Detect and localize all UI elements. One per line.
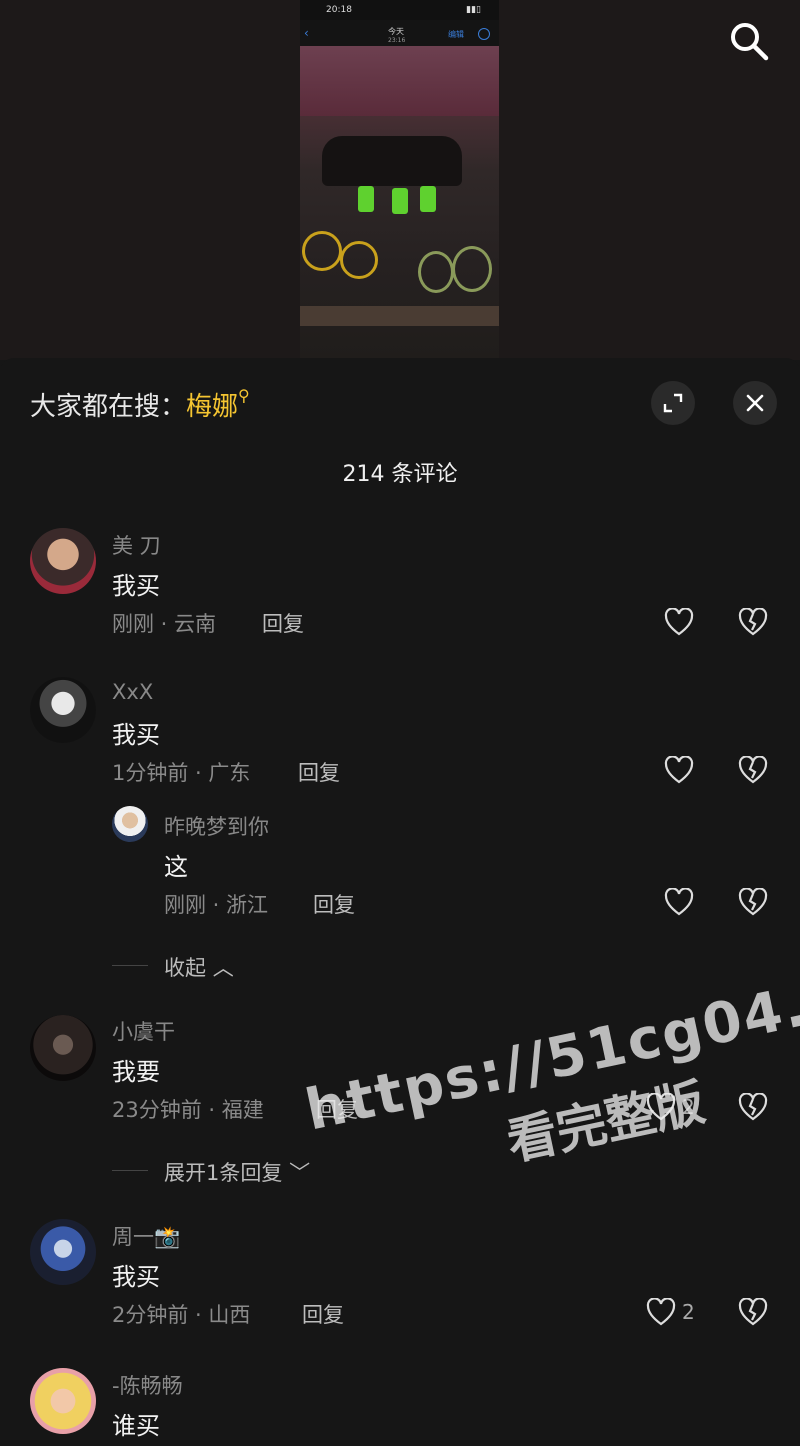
close-icon[interactable] bbox=[733, 381, 777, 425]
chair bbox=[420, 186, 436, 212]
heart-icon[interactable] bbox=[664, 887, 694, 916]
collapse-replies-button[interactable]: 收起 ︿ bbox=[164, 952, 234, 982]
reply-meta: 刚刚 · 浙江 bbox=[164, 893, 269, 917]
chevron-down-icon: ﹀ bbox=[289, 1161, 311, 1185]
heart-icon[interactable] bbox=[664, 755, 694, 784]
battery-icon: ▮▮▯ bbox=[466, 5, 481, 15]
dislike-icon[interactable] bbox=[738, 755, 768, 784]
bicycle bbox=[340, 241, 378, 279]
hot-search[interactable]: 大家都在搜：梅娜⚲ bbox=[30, 386, 250, 423]
dislike-icon[interactable] bbox=[738, 607, 768, 636]
comment-meta: 2分钟前 · 山西 bbox=[112, 1303, 251, 1327]
expand-icon[interactable] bbox=[651, 381, 695, 425]
heart-icon[interactable] bbox=[664, 607, 694, 636]
phone-time: 20:18 bbox=[326, 5, 352, 15]
phone-status-bar: 20:18 ▮▮▯ bbox=[300, 0, 499, 20]
avatar[interactable] bbox=[112, 806, 148, 842]
search-icon[interactable] bbox=[728, 20, 770, 62]
avatar[interactable] bbox=[30, 677, 96, 743]
heart-icon[interactable] bbox=[646, 1297, 676, 1326]
comment-author[interactable]: 美 刀 bbox=[112, 530, 161, 560]
avatar[interactable] bbox=[30, 1015, 96, 1081]
phone-nav-bar: ‹ 今天 23:16 编辑 bbox=[300, 20, 499, 46]
comment-author[interactable]: XxX bbox=[112, 680, 153, 704]
like-count: 2 bbox=[682, 1300, 695, 1324]
reply-button[interactable]: 回复 bbox=[298, 757, 340, 787]
video-scene bbox=[300, 46, 499, 358]
video-player[interactable]: 20:18 ▮▮▯ ‹ 今天 23:16 编辑 bbox=[0, 0, 800, 360]
tent bbox=[300, 46, 499, 116]
thread-divider bbox=[112, 1170, 148, 1171]
chair bbox=[358, 186, 374, 212]
bicycle bbox=[452, 246, 492, 292]
back-icon: ‹ bbox=[304, 26, 309, 40]
avatar[interactable] bbox=[30, 1368, 96, 1434]
phone-nav-edit: 编辑 bbox=[448, 30, 464, 39]
reply-button[interactable]: 回复 bbox=[262, 608, 304, 638]
comment-count: 214 条评论 bbox=[342, 462, 458, 487]
reply-author[interactable]: 昨晚梦到你 bbox=[164, 811, 269, 841]
avatar[interactable] bbox=[30, 1219, 96, 1285]
comment-author[interactable]: 周一📸 bbox=[112, 1221, 180, 1251]
comment-text: 我要 bbox=[112, 1058, 160, 1086]
comment-meta: 刚刚 · 云南 bbox=[112, 612, 217, 636]
video-frame: 20:18 ▮▮▯ ‹ 今天 23:16 编辑 bbox=[300, 0, 499, 358]
comment-meta: 23分钟前 · 福建 bbox=[112, 1098, 264, 1122]
comment-author[interactable]: -陈畅畅 bbox=[112, 1370, 183, 1400]
floor bbox=[300, 306, 499, 326]
comment-text: 我买 bbox=[112, 1263, 160, 1291]
bicycle bbox=[418, 251, 454, 293]
more-icon bbox=[478, 28, 490, 40]
chevron-up-icon: ︿ bbox=[212, 956, 234, 980]
comment-text: 我买 bbox=[112, 572, 160, 600]
comment-meta: 1分钟前 · 广东 bbox=[112, 761, 251, 785]
reply-button[interactable]: 回复 bbox=[313, 889, 355, 919]
expand-replies-button[interactable]: 展开1条回复 ﹀ bbox=[164, 1157, 310, 1187]
dislike-icon[interactable] bbox=[738, 887, 768, 916]
thread-divider bbox=[112, 965, 148, 966]
comment-author[interactable]: 小虞干 bbox=[112, 1016, 175, 1046]
chair bbox=[392, 188, 408, 214]
people bbox=[322, 136, 462, 186]
reply-button[interactable]: 回复 bbox=[302, 1299, 344, 1329]
small-search-icon: ⚲ bbox=[238, 386, 250, 405]
reply-text: 这 bbox=[164, 853, 188, 881]
phone-nav-title: 今天 23:16 bbox=[388, 27, 406, 44]
bicycle bbox=[302, 231, 342, 271]
hot-search-prefix: 大家都在搜： bbox=[30, 392, 187, 422]
avatar[interactable] bbox=[30, 528, 96, 594]
comment-text: 我买 bbox=[112, 721, 160, 749]
comment-text: 谁买 bbox=[112, 1412, 160, 1440]
dislike-icon[interactable] bbox=[738, 1297, 768, 1326]
hot-search-keyword[interactable]: 梅娜 bbox=[186, 392, 238, 422]
